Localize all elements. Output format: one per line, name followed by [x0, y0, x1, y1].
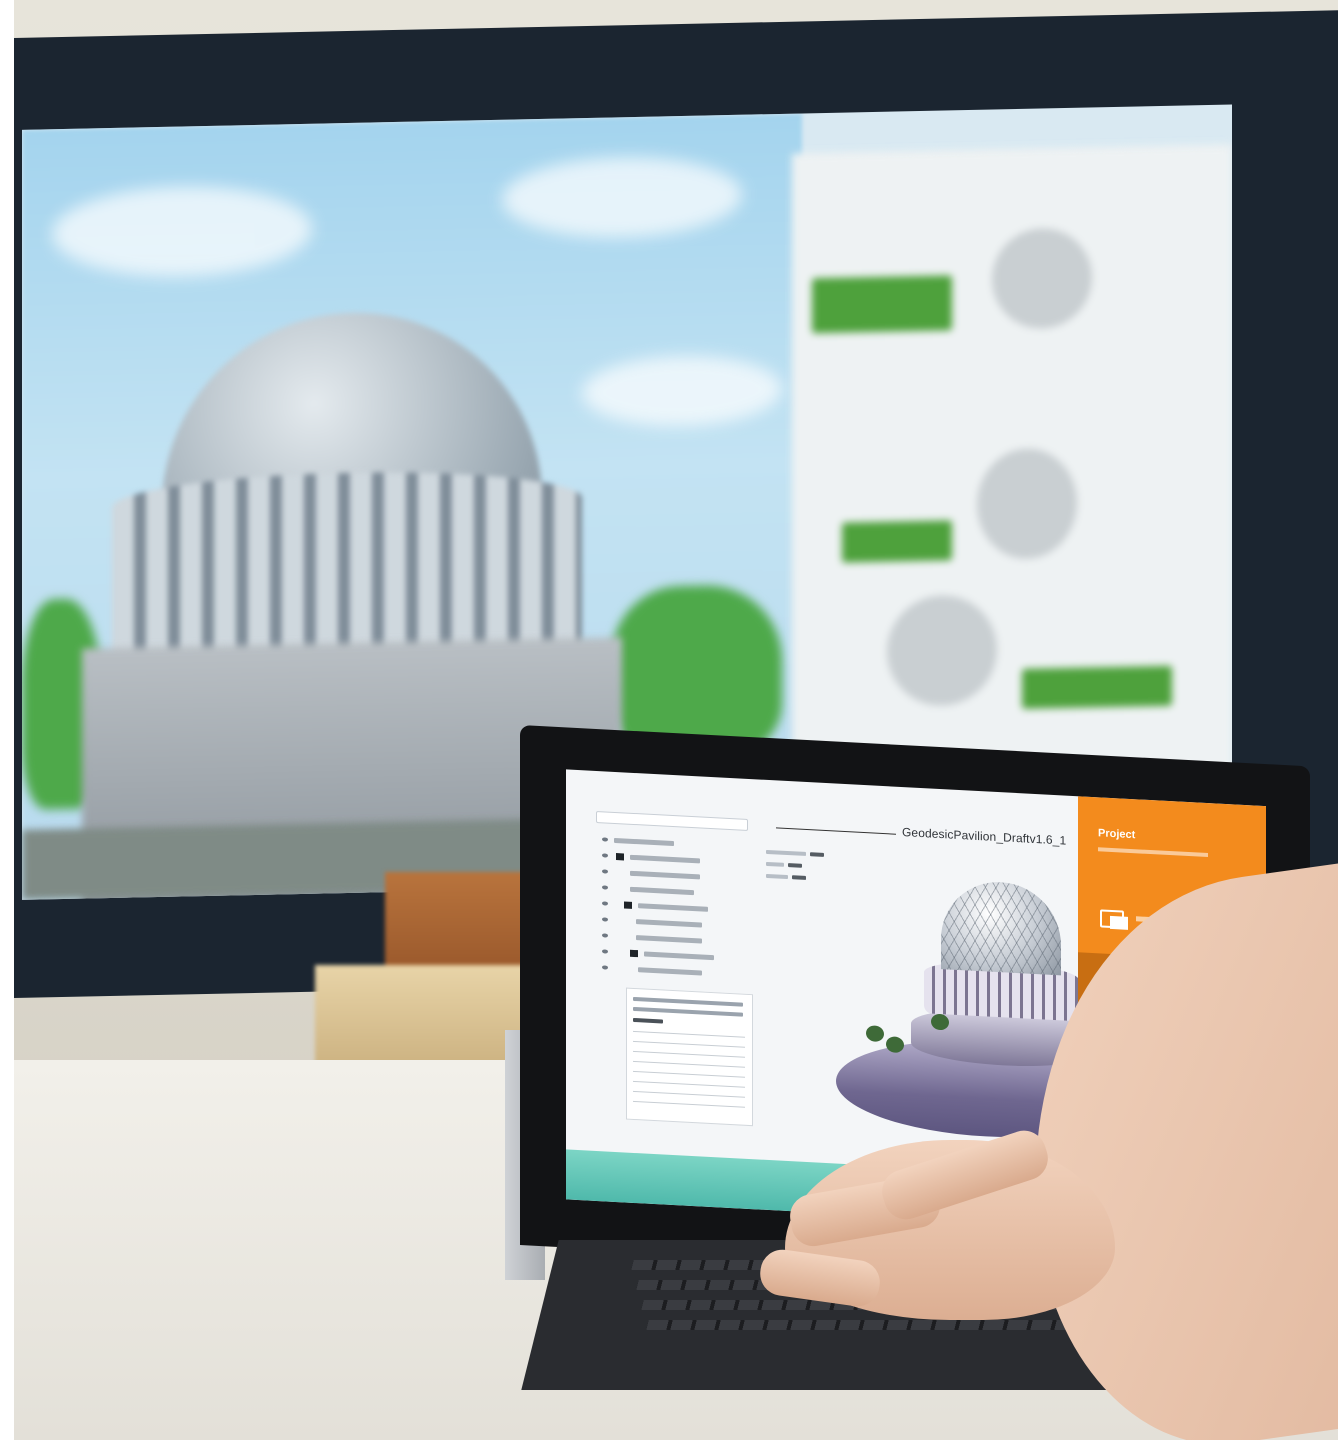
- property-value: [788, 863, 802, 868]
- model-tree: [931, 1013, 949, 1031]
- note-line: [633, 1030, 745, 1038]
- visibility-icon[interactable]: [602, 949, 608, 954]
- outline-row[interactable]: [636, 935, 702, 944]
- model-outline-panel: [596, 810, 756, 1009]
- outline-row[interactable]: [644, 951, 714, 961]
- panel-green-button: [812, 275, 952, 334]
- outline-row[interactable]: [630, 854, 700, 864]
- model-tree: [886, 1036, 904, 1054]
- notes-header: [633, 996, 743, 1007]
- note-line: [633, 1050, 745, 1058]
- visibility-icon[interactable]: [602, 965, 608, 970]
- layer-icon: [616, 853, 624, 861]
- sidebar-title: Project: [1098, 827, 1136, 842]
- property-label: [766, 873, 788, 880]
- outline-row[interactable]: [636, 919, 702, 928]
- notes-subheader: [633, 1006, 743, 1017]
- visibility-icon[interactable]: [602, 869, 608, 874]
- property-label: [766, 849, 806, 856]
- notes-label: [633, 1017, 663, 1024]
- property-value: [792, 875, 806, 880]
- left-edge: [0, 0, 14, 1440]
- note-line: [633, 1060, 745, 1068]
- outline-row[interactable]: [630, 870, 700, 880]
- layer-icon: [630, 949, 638, 958]
- building-drum: [112, 468, 582, 658]
- visibility-icon[interactable]: [602, 901, 608, 906]
- monitor-icon: [1110, 915, 1128, 930]
- notes-panel: [626, 987, 753, 1127]
- sidebar-subtitle: [1098, 847, 1208, 858]
- property-value: [810, 852, 824, 857]
- outline-row[interactable]: [638, 967, 702, 976]
- property-label: [766, 861, 784, 867]
- note-line: [633, 1070, 745, 1078]
- outline-row[interactable]: [638, 903, 708, 912]
- panel-thumbnail: [887, 594, 997, 707]
- model-dome-grid: [941, 879, 1061, 976]
- panel-green-label: [842, 520, 952, 563]
- visibility-icon[interactable]: [602, 933, 608, 938]
- layer-icon: [624, 901, 632, 909]
- photo-scene: GeodesicPavilion_Draftv1.6_1 Project: [0, 0, 1338, 1440]
- outline-row[interactable]: [614, 837, 674, 847]
- visibility-icon[interactable]: [602, 885, 608, 890]
- note-line: [633, 1080, 745, 1088]
- panel-thumbnail: [977, 447, 1077, 560]
- visibility-icon[interactable]: [602, 837, 608, 842]
- panel-green-label: [1022, 665, 1172, 709]
- note-line: [633, 1100, 745, 1108]
- document-title: GeodesicPavilion_Draftv1.6_1: [902, 825, 1067, 848]
- note-line: [633, 1040, 745, 1048]
- visibility-icon[interactable]: [602, 917, 608, 922]
- note-line: [633, 1090, 745, 1098]
- panel-thumbnail: [992, 227, 1092, 330]
- outline-search-input[interactable]: [596, 810, 748, 831]
- visibility-icon[interactable]: [602, 853, 608, 858]
- title-rule: [776, 827, 896, 835]
- model-tree: [866, 1025, 884, 1043]
- outline-row[interactable]: [630, 886, 694, 896]
